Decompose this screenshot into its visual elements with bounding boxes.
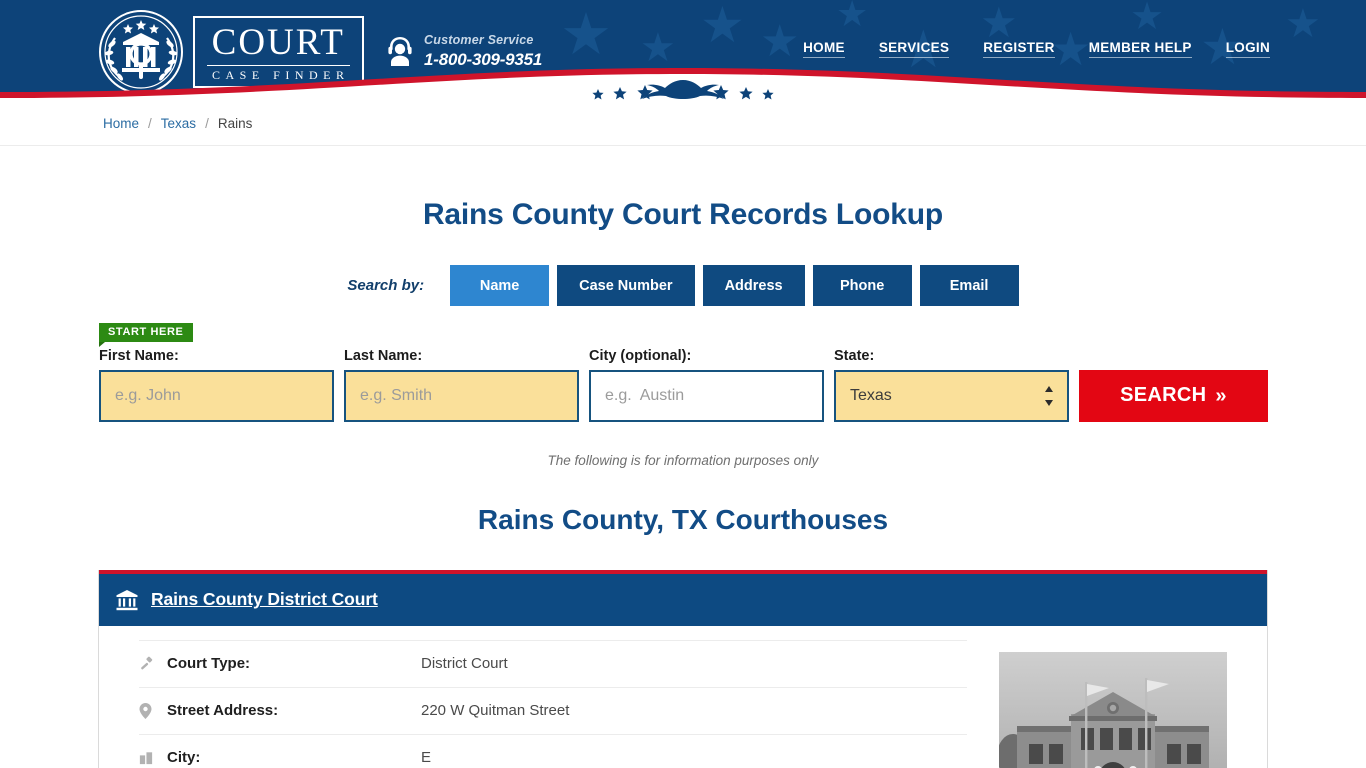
tab-case-number[interactable]: Case Number xyxy=(557,265,695,306)
last-name-input[interactable] xyxy=(344,369,579,422)
state-select[interactable]: Texas xyxy=(834,369,1069,422)
information-note: The following is for information purpose… xyxy=(547,452,819,468)
first-name-input[interactable] xyxy=(99,369,334,422)
first-name-label: First Name: xyxy=(99,348,179,364)
site-header: ★ ★ ★ ★ ★ ★ ★ ★ ★ ★ ★ COURT CASE FINDER … xyxy=(0,0,1366,100)
row-value: 220 W Quitman Street xyxy=(421,702,570,719)
nav-item-register[interactable]: REGISTER xyxy=(983,40,1055,58)
table-row: City: E xyxy=(139,733,967,768)
nav-item-services[interactable]: SERVICES xyxy=(878,40,950,58)
city-input[interactable] xyxy=(589,369,824,422)
row-label: City: xyxy=(167,749,201,766)
table-row: Court Type: District Court xyxy=(139,639,967,687)
search-by-tabs: Search by: Name Case Number Address Phon… xyxy=(0,265,1366,306)
state-field-group: State: Texas xyxy=(834,349,1069,422)
customer-service-label: Customer Service xyxy=(424,33,534,47)
first-name-field-group: First Name: xyxy=(99,349,334,422)
double-chevron-right-icon: » xyxy=(1215,384,1227,407)
main-navigation: HOME SERVICES REGISTER MEMBER HELP LOGIN xyxy=(786,40,1270,58)
search-form: START HERE First Name: Last Name: City (… xyxy=(0,322,1366,422)
court-detail-list: Court Type: District Court Street Addres… xyxy=(99,639,967,768)
map-pin-icon xyxy=(139,702,167,719)
nav-item-home[interactable]: HOME xyxy=(803,40,845,58)
court-card: Rains County District Court Court Type: xyxy=(98,569,1268,768)
table-row: Street Address: 220 W Quitman Street xyxy=(139,686,967,734)
last-name-field-group: Last Name: xyxy=(344,349,579,422)
start-here-badge: START HERE xyxy=(99,323,194,347)
court-card-body: Court Type: District Court Street Addres… xyxy=(99,626,1267,768)
tab-address[interactable]: Address xyxy=(702,265,805,306)
row-value: District Court xyxy=(421,655,508,672)
last-name-label: Last Name: xyxy=(344,348,423,364)
city-icon xyxy=(139,751,167,765)
page-title: Rains County Court Records Lookup xyxy=(422,198,944,231)
logo-main-text: COURT xyxy=(211,22,345,63)
court-title-link[interactable]: Rains County District Court xyxy=(151,589,378,610)
breadcrumb-item-home[interactable]: Home xyxy=(103,116,139,131)
row-value: E xyxy=(421,749,432,766)
breadcrumb-bar: Home / Texas / Rains xyxy=(0,100,1366,146)
tab-email[interactable]: Email xyxy=(919,265,1019,306)
courthouse-photo xyxy=(999,651,1227,768)
tab-phone[interactable]: Phone xyxy=(812,265,912,306)
row-label: Street Address: xyxy=(167,702,279,719)
nav-item-member-help[interactable]: MEMBER HELP xyxy=(1088,40,1192,58)
bank-courthouse-icon xyxy=(116,589,138,610)
courthouse-photo-wrap xyxy=(999,640,1227,768)
search-by-label: Search by: xyxy=(347,277,425,294)
gavel-icon xyxy=(139,656,167,671)
state-label: State: xyxy=(834,348,875,364)
breadcrumb-separator: / xyxy=(205,115,209,131)
breadcrumb-item-current: Rains xyxy=(217,115,253,131)
row-label: Court Type: xyxy=(167,655,251,672)
search-button-label: SEARCH xyxy=(1120,384,1207,406)
court-card-header: Rains County District Court xyxy=(99,573,1267,626)
decorative-wave-banner xyxy=(0,68,1366,100)
breadcrumb-separator: / xyxy=(148,115,152,131)
main-content: Rains County Court Records Lookup Search… xyxy=(0,200,1366,768)
section-title: Rains County, TX Courthouses xyxy=(477,503,889,535)
tab-name[interactable]: Name xyxy=(450,265,550,306)
breadcrumb-item-texas[interactable]: Texas xyxy=(161,116,196,131)
city-field-group: City (optional): xyxy=(589,349,824,422)
city-label: City (optional): xyxy=(589,348,692,364)
nav-item-login[interactable]: LOGIN xyxy=(1225,40,1270,58)
breadcrumb: Home / Texas / Rains xyxy=(103,100,252,146)
search-button[interactable]: SEARCH » xyxy=(1079,369,1268,422)
